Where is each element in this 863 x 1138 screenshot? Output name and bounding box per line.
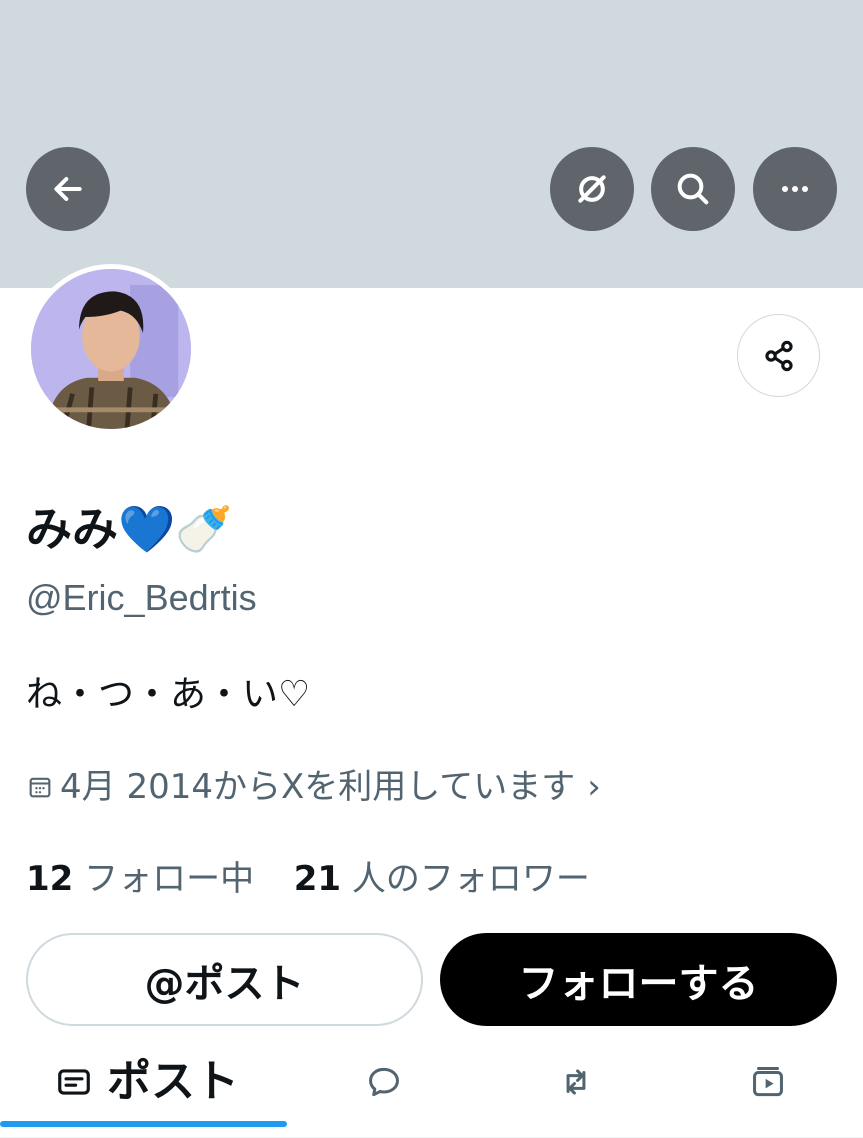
- chevron-right-icon: ›: [587, 767, 601, 807]
- active-tab-indicator: [0, 1121, 287, 1127]
- mention-post-button[interactable]: @ポスト: [26, 933, 423, 1026]
- profile-bio: ね・つ・あ・い♡: [26, 674, 311, 715]
- following-count: 12: [26, 859, 74, 899]
- reply-icon: [369, 1067, 399, 1097]
- arrow-left-icon: [54, 177, 82, 201]
- user-handle: @Eric_Bedrtis: [26, 577, 257, 618]
- tab-posts[interactable]: ポスト: [55, 1040, 239, 1124]
- tab-reposts[interactable]: [554, 1040, 598, 1124]
- joined-date[interactable]: 4月 2014からXを利用しています ›: [26, 762, 601, 812]
- grok-icon: [578, 175, 606, 203]
- more-horizontal-icon: [782, 186, 808, 192]
- media-icon: [753, 1067, 783, 1097]
- grok-button[interactable]: [550, 147, 634, 231]
- follow-button[interactable]: フォローする: [440, 933, 837, 1026]
- avatar[interactable]: [26, 264, 196, 434]
- calendar-icon: [29, 777, 51, 798]
- search-icon: [677, 173, 709, 205]
- followers-link[interactable]: 21 人のフォロワー: [294, 859, 590, 899]
- tab-media[interactable]: [746, 1040, 790, 1124]
- following-label: フォロー中: [84, 859, 255, 899]
- followers-label: 人のフォロワー: [351, 859, 590, 899]
- more-button[interactable]: [753, 147, 837, 231]
- joined-text: 4月 2014からXを利用しています: [60, 767, 576, 807]
- back-button[interactable]: [26, 147, 110, 231]
- share-icon: [764, 340, 793, 371]
- tab-posts-label: ポスト: [107, 1056, 239, 1107]
- repost-icon: [566, 1069, 586, 1095]
- display-name: みみ💙🍼: [26, 502, 233, 556]
- following-link[interactable]: 12 フォロー中: [26, 859, 265, 899]
- avatar-image: [31, 269, 191, 429]
- followers-count: 21: [293, 859, 342, 899]
- posts-icon: [58, 1069, 90, 1095]
- tab-replies[interactable]: [362, 1040, 406, 1124]
- share-button[interactable]: [737, 314, 820, 397]
- profile-banner: [0, 0, 863, 288]
- search-button[interactable]: [651, 147, 735, 231]
- follow-stats: 12 フォロー中 21 人のフォロワー: [26, 854, 590, 904]
